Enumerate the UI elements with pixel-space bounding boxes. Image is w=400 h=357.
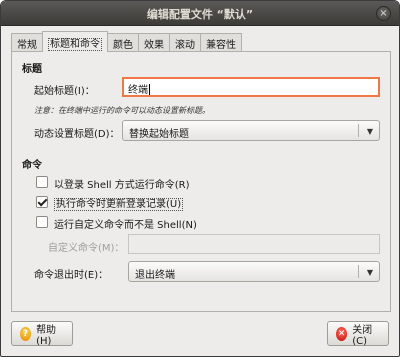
on-exit-select[interactable]: 退出终端 ▼ <box>128 261 380 282</box>
dynamic-title-select[interactable]: 替换起始标题 ▼ <box>122 120 380 141</box>
tab-label: 标题和命令 <box>48 38 102 51</box>
title-section-heading: 标题 <box>22 64 42 75</box>
close-button[interactable]: ✕ 关闭(C) <box>327 321 389 347</box>
initial-title-value: 终端 <box>128 85 148 96</box>
custom-command-field-label: 自定义命令(M)： <box>48 243 125 254</box>
tab-label: 效果 <box>144 40 164 51</box>
help-icon: ? <box>20 326 32 341</box>
window-close-icon[interactable]: × <box>376 6 391 21</box>
update-login-records-label[interactable]: 执行命令时更新登录记录(U) <box>54 195 184 211</box>
custom-command-label[interactable]: 运行自定义命令而不是 Shell(N) <box>54 216 197 231</box>
login-shell-label[interactable]: 以登录 Shell 方式运行命令(R) <box>54 176 190 191</box>
tab-compatibility[interactable]: 兼容性 <box>200 33 242 51</box>
initial-title-input[interactable]: 终端 <box>122 77 380 97</box>
chevron-down-icon: ▼ <box>366 268 373 277</box>
combo-separator <box>358 124 359 137</box>
tab-title-and-command[interactable]: 标题和命令 <box>42 31 108 52</box>
dynamic-title-value: 替换起始标题 <box>129 129 189 140</box>
close-button-label: 关闭(C) <box>352 324 373 347</box>
on-exit-label: 命令退出时(E)： <box>34 270 109 281</box>
profile-editor-window: 编辑配置文件 “默认” × 常规 标题和命令 颜色 效果 滚动 兼容性 标题 起… <box>0 0 400 357</box>
help-button-label: 帮助(H) <box>36 324 57 347</box>
dynamic-title-note: 注意：在终端中运行的命令可以动态设置新标题。 <box>34 106 210 115</box>
on-exit-value: 退出终端 <box>135 270 175 281</box>
update-login-records-text: 执行命令时更新登录记录(U) <box>54 198 184 211</box>
custom-command-checkbox[interactable] <box>36 216 48 228</box>
close-icon: ✕ <box>336 326 348 341</box>
text-caret <box>149 84 150 95</box>
login-shell-checkbox[interactable] <box>36 176 48 188</box>
tab-label: 滚动 <box>175 40 195 51</box>
tab-general[interactable]: 常规 <box>11 33 43 51</box>
tab-effects[interactable]: 效果 <box>138 33 170 51</box>
title-bar[interactable]: 编辑配置文件 “默认” × <box>1 1 399 26</box>
tab-colors[interactable]: 颜色 <box>107 33 139 51</box>
chevron-down-icon: ▼ <box>366 127 373 136</box>
window-title: 编辑配置文件 “默认” <box>146 8 254 21</box>
dynamic-title-label: 动态设置标题(D)： <box>34 129 120 140</box>
tab-label: 兼容性 <box>206 40 236 51</box>
tab-scrolling[interactable]: 滚动 <box>169 33 201 51</box>
command-section-heading: 命令 <box>22 160 42 171</box>
update-login-records-checkbox[interactable] <box>36 196 48 208</box>
help-button[interactable]: ? 帮助(H) <box>11 321 73 347</box>
combo-separator <box>358 265 359 278</box>
initial-title-label: 起始标题(I)： <box>34 86 95 97</box>
custom-command-input[interactable] <box>128 234 380 254</box>
tab-label: 颜色 <box>113 40 133 51</box>
tab-label: 常规 <box>17 40 37 51</box>
tab-bar: 常规 标题和命令 颜色 效果 滚动 兼容性 <box>11 31 242 52</box>
tab-panel: 标题 起始标题(I)： 终端 注意：在终端中运行的命令可以动态设置新标题。 动态… <box>11 51 391 312</box>
